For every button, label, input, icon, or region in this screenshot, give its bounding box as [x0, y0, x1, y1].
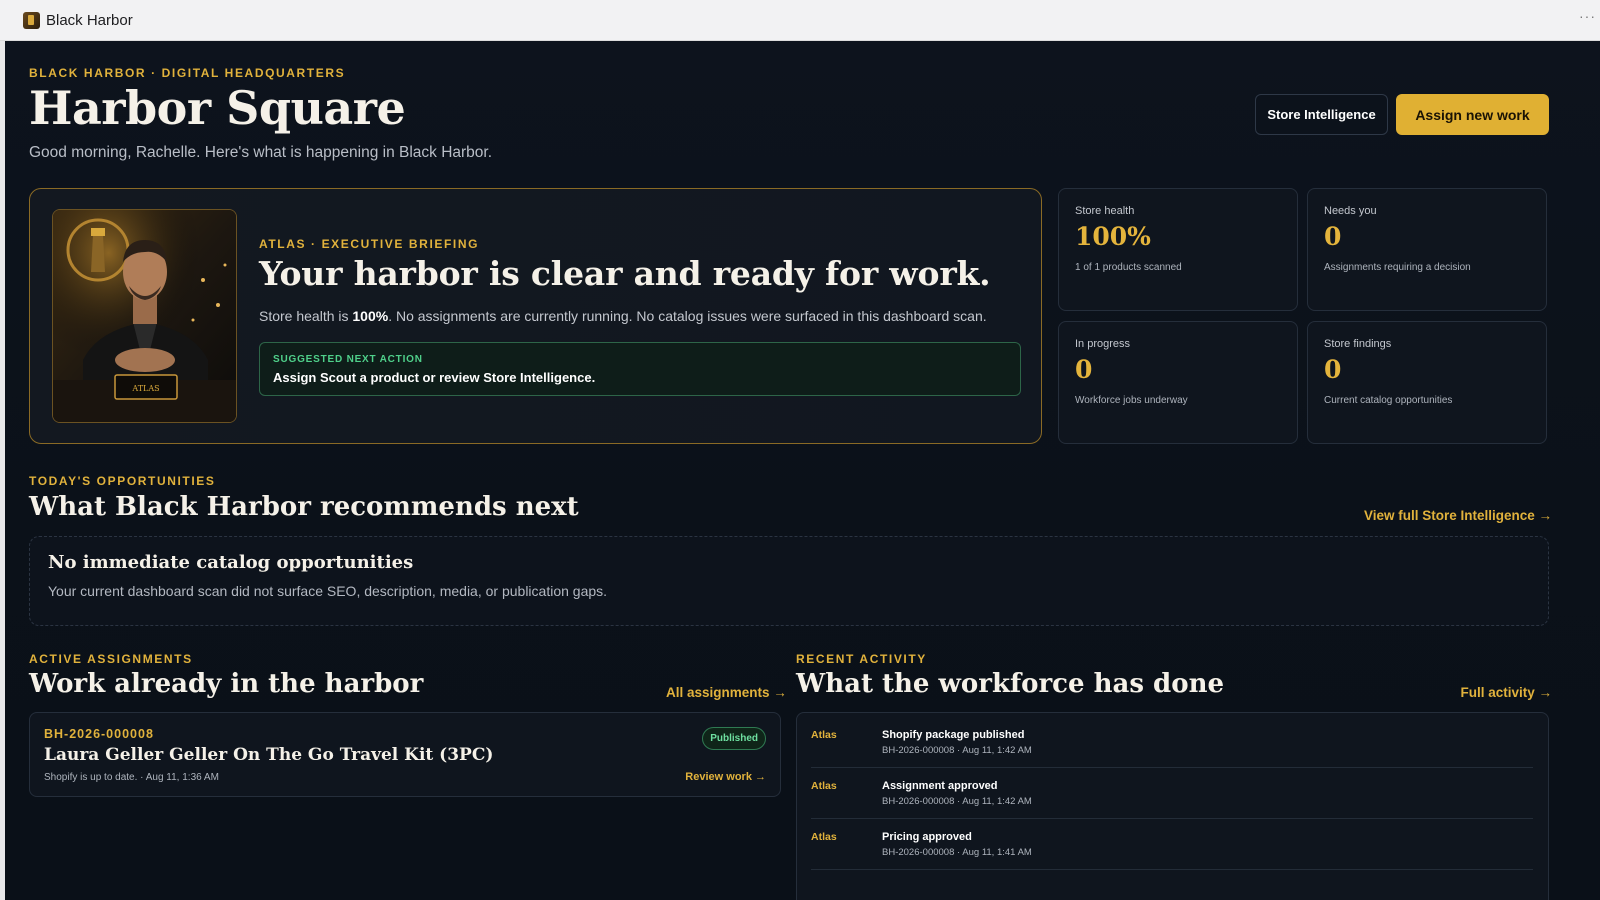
assignments-eyebrow: ACTIVE ASSIGNMENTS [29, 652, 193, 666]
stat-label: Store health [1075, 205, 1135, 217]
opportunities-eyebrow: TODAY'S OPPORTUNITIES [29, 474, 216, 488]
assignment-card[interactable]: BH-2026-000008 Laura Geller Geller On Th… [29, 712, 781, 797]
opportunities-title: What Black Harbor recommends next [29, 492, 579, 522]
window-titlebar: Black Harbor ··· [0, 0, 1600, 41]
empty-state-text: Your current dashboard scan did not surf… [48, 583, 608, 599]
stat-card-in-progress: In progress 0 Workforce jobs underway [1058, 321, 1298, 444]
stat-value: 0 [1075, 355, 1093, 384]
view-store-intelligence-link[interactable]: View full Store Intelligence → [1364, 508, 1552, 523]
stat-label: Needs you [1324, 205, 1377, 217]
stat-card-needs-you: Needs you 0 Assignments requiring a deci… [1307, 188, 1547, 311]
stat-card-store-findings: Store findings 0 Current catalog opportu… [1307, 321, 1547, 444]
assignments-title: Work already in the harbor [29, 669, 424, 699]
review-work-link[interactable]: Review work → [685, 771, 766, 783]
activity-item: Atlas Shopify package published BH-2026-… [811, 717, 1533, 768]
stat-card-store-health: Store health 100% 1 of 1 products scanne… [1058, 188, 1298, 311]
app-logo-icon [23, 11, 40, 29]
activity-title-text: Assignment approved [882, 780, 998, 792]
next-action-text: Assign Scout a product or review Store I… [273, 370, 596, 385]
activity-list: Atlas Shopify package published BH-2026-… [796, 712, 1549, 900]
assign-new-work-button[interactable]: Assign new work [1396, 94, 1549, 135]
activity-eyebrow: RECENT ACTIVITY [796, 652, 927, 666]
stat-description: Assignments requiring a decision [1324, 262, 1471, 273]
briefing-text: Store health is 100%. No assignments are… [259, 308, 987, 324]
stat-value: 0 [1324, 355, 1342, 384]
briefing-title: Your harbor is clear and ready for work. [259, 254, 991, 293]
stat-description: 1 of 1 products scanned [1075, 262, 1182, 273]
stat-value: 100% [1075, 222, 1151, 251]
activity-actor: Atlas [811, 729, 837, 741]
activity-item: Atlas Assignment approved BH-2026-000008… [811, 768, 1533, 819]
activity-meta: BH-2026-000008 · Aug 11, 1:42 AM [882, 796, 1032, 807]
activity-meta: BH-2026-000008 · Aug 11, 1:41 AM [882, 847, 1032, 858]
dashboard-main: BLACK HARBOR · DIGITAL HEADQUARTERS Harb… [5, 41, 1600, 900]
activity-title-text: Shopify package published [882, 729, 1025, 741]
stat-value: 0 [1324, 222, 1342, 251]
page-title: Harbor Square [29, 81, 406, 135]
page-subtitle: Good morning, Rachelle. Here's what is h… [29, 144, 493, 161]
suggested-next-action[interactable]: SUGGESTED NEXT ACTION Assign Scout a pro… [259, 342, 1021, 396]
activity-title: What the workforce has done [796, 669, 1225, 699]
stat-description: Current catalog opportunities [1324, 395, 1453, 406]
activity-meta: BH-2026-000008 · Aug 11, 1:42 AM [882, 745, 1032, 756]
activity-title-text: Pricing approved [882, 831, 972, 843]
header-eyebrow: BLACK HARBOR · DIGITAL HEADQUARTERS [29, 66, 346, 80]
atlas-portrait-image: ATLAS [52, 209, 237, 423]
empty-state-title: No immediate catalog opportunities [48, 552, 414, 573]
briefing-eyebrow: ATLAS · EXECUTIVE BRIEFING [259, 237, 480, 251]
stat-label: Store findings [1324, 338, 1392, 350]
store-intelligence-button[interactable]: Store Intelligence [1255, 94, 1388, 135]
next-action-label: SUGGESTED NEXT ACTION [273, 354, 423, 365]
store-health-inline-value: 100% [352, 308, 389, 324]
more-options-icon[interactable]: ··· [1579, 8, 1596, 24]
stat-label: In progress [1075, 338, 1131, 350]
assignment-id: BH-2026-000008 [44, 727, 154, 741]
opportunities-empty-state: No immediate catalog opportunities Your … [29, 536, 1549, 626]
executive-briefing-card: ATLAS ATLAS · EXECUTIVE BRIEFING Your ha… [29, 188, 1042, 444]
assignment-meta: Shopify is up to date. · Aug 11, 1:36 AM [44, 772, 219, 783]
svg-text:ATLAS: ATLAS [131, 384, 159, 393]
status-badge: Published [702, 727, 766, 750]
window-title: Black Harbor [46, 11, 133, 29]
full-activity-link[interactable]: Full activity → [1460, 685, 1552, 700]
all-assignments-link[interactable]: All assignments → [666, 685, 787, 700]
stat-description: Workforce jobs underway [1075, 395, 1188, 406]
activity-actor: Atlas [811, 780, 837, 792]
activity-actor: Atlas [811, 831, 837, 843]
assignment-product-name: Laura Geller Geller On The Go Travel Kit… [44, 745, 494, 765]
activity-item: Atlas Pricing approved BH-2026-000008 · … [811, 819, 1533, 870]
